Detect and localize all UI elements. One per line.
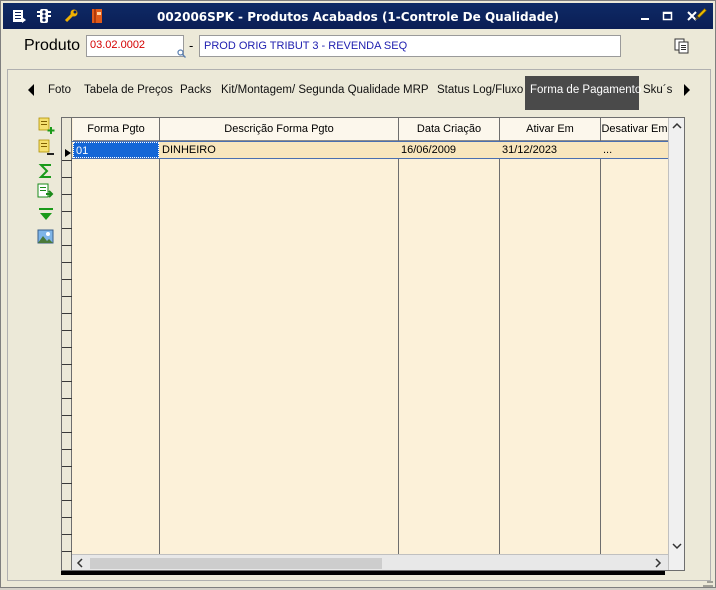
produto-description-field: PROD ORIG TRIBUT 3 - REVENDA SEQ (199, 35, 621, 57)
row-header-divider (62, 296, 72, 297)
column-header-descricao-forma-pgto[interactable]: Descrição Forma Pgto (160, 118, 398, 141)
row-header-divider (62, 313, 72, 314)
produto-code-field[interactable]: 03.02.0002 (86, 35, 184, 57)
row-header-divider (62, 381, 72, 382)
column-divider (398, 118, 399, 570)
title-bar: 002006SPK - Produtos Acabados (1-Control… (3, 3, 713, 29)
column-header-desativar-em[interactable]: Desativar Em (601, 118, 668, 141)
add-record-icon[interactable] (37, 117, 55, 135)
column-header-data-criacao[interactable]: Data Criação (399, 118, 499, 141)
horizontal-scrollbar[interactable] (72, 554, 668, 570)
table-row[interactable]: 01 DINHEIRO 16/06/2009 31/12/2023 ... (72, 141, 668, 159)
column-header-ativar-em[interactable]: Ativar Em (500, 118, 600, 141)
row-header-divider (62, 228, 72, 229)
row-header-divider (62, 347, 72, 348)
copy-icon[interactable] (673, 37, 691, 55)
tab-forma-de-pagamento[interactable]: Forma de Pagamento (525, 76, 641, 110)
scroll-left-icon[interactable] (76, 558, 84, 568)
image-icon[interactable] (37, 228, 55, 246)
row-header-divider (62, 330, 72, 331)
tab-scroll-right-icon[interactable] (681, 82, 693, 98)
resize-grip[interactable] (701, 577, 715, 587)
column-divider (600, 118, 601, 570)
row-header-divider (62, 194, 72, 195)
row-header-divider (62, 449, 72, 450)
tab-skus[interactable]: Sku´s (638, 76, 677, 110)
restore-icon[interactable] (659, 8, 677, 24)
cell-forma-pgto[interactable]: 01 (73, 142, 159, 158)
row-header-divider (62, 398, 72, 399)
row-header-column (62, 118, 72, 570)
column-divider (499, 118, 500, 570)
scroll-down-icon[interactable] (672, 542, 682, 550)
tab-status-log-fluxo[interactable]: Status Log/Fluxo (432, 76, 528, 110)
row-header-divider (62, 364, 72, 365)
row-header-divider (62, 483, 72, 484)
tab-scroll-left-icon[interactable] (25, 82, 37, 98)
row-header-divider (62, 279, 72, 280)
produto-label: Produto (24, 37, 81, 54)
column-divider (159, 118, 160, 570)
tab-foto[interactable]: Foto (43, 76, 76, 110)
tab-bar: Foto Tabela de Preços Packs Kit/Montagem… (15, 73, 699, 110)
row-header-divider (62, 211, 72, 212)
tab-packs[interactable]: Packs (175, 76, 216, 110)
row-header-divider (62, 245, 72, 246)
row-header-divider (62, 534, 72, 535)
vertical-scrollbar[interactable] (668, 118, 684, 570)
row-header-divider (62, 262, 72, 263)
horizontal-scroll-thumb[interactable] (90, 558, 382, 569)
row-header-divider (62, 500, 72, 501)
status-bar (61, 571, 665, 575)
filter-icon[interactable] (37, 206, 55, 224)
row-header-divider (62, 551, 72, 552)
produto-row: Produto 03.02.0002 - PROD ORIG TRIBUT 3 … (1, 31, 715, 67)
lookup-icon[interactable] (177, 49, 186, 58)
tab-tabela-de-precos[interactable]: Tabela de Preços (79, 76, 178, 110)
window-title: 002006SPK - Produtos Acabados (1-Control… (157, 10, 559, 24)
pencil-icon[interactable] (692, 6, 710, 22)
row-header-divider (62, 160, 72, 161)
separator-dash: - (189, 38, 194, 53)
cell-desativar-em[interactable]: ... (601, 142, 668, 158)
tab-mrp[interactable]: MRP (398, 76, 434, 110)
cell-data-criacao[interactable]: 16/06/2009 (399, 142, 499, 158)
scroll-right-icon[interactable] (654, 558, 662, 568)
forma-pagamento-grid[interactable]: Forma Pgto Descrição Forma Pgto Data Cri… (61, 117, 685, 571)
minimize-icon[interactable] (636, 8, 654, 24)
row-header-divider (62, 415, 72, 416)
row-header-divider (62, 177, 72, 178)
row-header-divider (62, 466, 72, 467)
row-header-divider (62, 432, 72, 433)
cell-ativar-em[interactable]: 31/12/2023 (500, 142, 600, 158)
column-header-forma-pgto[interactable]: Forma Pgto (73, 118, 159, 141)
row-header-divider (62, 517, 72, 518)
cell-descricao[interactable]: DINHEIRO (160, 142, 398, 158)
main-window: 002006SPK - Produtos Acabados (1-Control… (0, 0, 716, 588)
export-icon[interactable] (37, 183, 55, 201)
delete-record-icon[interactable] (37, 139, 55, 157)
scroll-up-icon[interactable] (672, 122, 682, 130)
tab-kit-montagem[interactable]: Kit/Montagem/ Segunda Qualidade (216, 76, 405, 110)
sum-icon[interactable] (37, 162, 55, 180)
current-row-indicator-icon (65, 149, 71, 157)
